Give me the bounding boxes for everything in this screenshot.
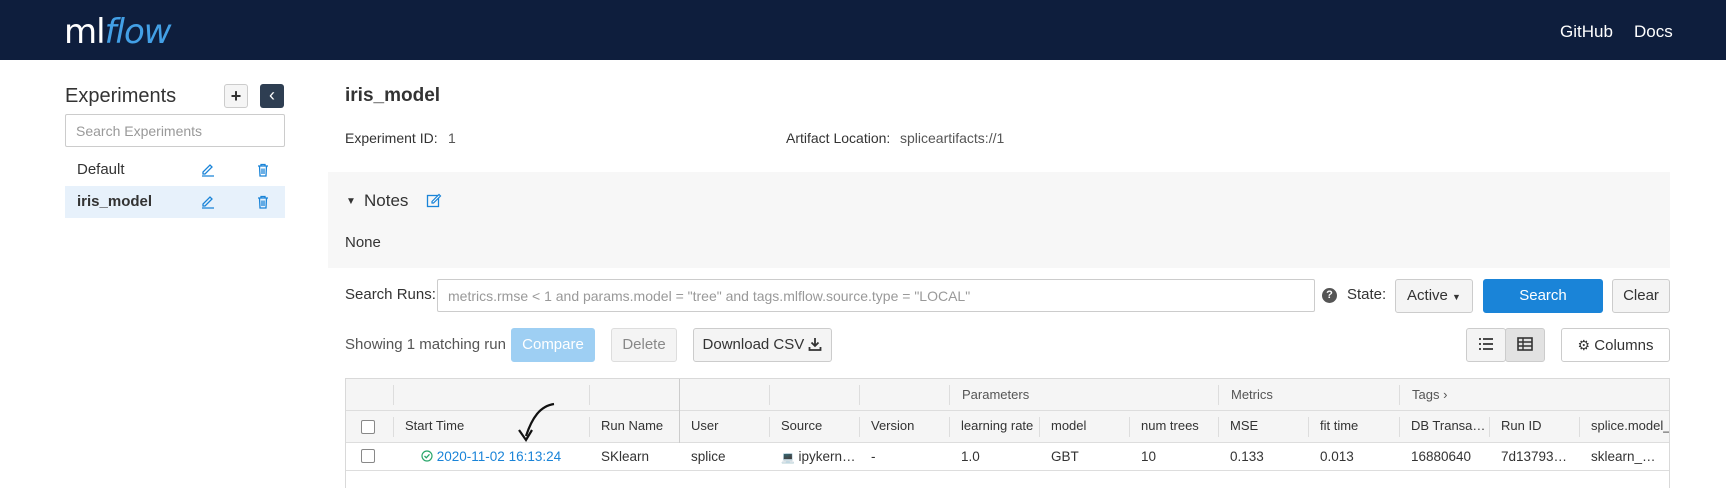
parameters-group-label: Parameters xyxy=(962,387,1030,402)
laptop-icon: 💻 xyxy=(781,452,795,464)
grid-view-toggle[interactable] xyxy=(1505,328,1545,362)
help-icon[interactable]: ? xyxy=(1322,288,1337,303)
mlflow-logo[interactable]: mlflow xyxy=(64,12,172,52)
column-header-mse[interactable]: MSE xyxy=(1218,411,1308,442)
select-all-checkbox[interactable] xyxy=(361,420,375,434)
grid-icon xyxy=(1517,337,1533,351)
collapse-caret-icon[interactable]: ▼ xyxy=(346,196,356,207)
column-header-run-id[interactable]: Run ID xyxy=(1489,411,1579,442)
trash-icon[interactable] xyxy=(255,162,271,178)
gear-icon: ⚙ xyxy=(1577,337,1591,353)
add-experiment-button[interactable]: + xyxy=(224,84,248,108)
column-header-learning-rate[interactable]: learning rate xyxy=(949,411,1039,442)
chevron-right-icon: › xyxy=(1443,387,1448,402)
column-header-db-transaction[interactable]: DB Transaction xyxy=(1399,411,1489,442)
column-header-fit-time[interactable]: fit time xyxy=(1308,411,1399,442)
version-cell: - xyxy=(871,449,876,464)
annotation-arrow-icon xyxy=(518,402,555,443)
fit-time-cell: 0.013 xyxy=(1320,449,1354,464)
row-checkbox[interactable] xyxy=(361,449,375,463)
tags-group-label[interactable]: Tags › xyxy=(1412,379,1447,411)
clear-button[interactable]: Clear xyxy=(1612,279,1670,313)
sidebar-item-default[interactable]: Default xyxy=(65,154,285,186)
column-header-run-name[interactable]: Run Name xyxy=(589,411,679,442)
download-csv-button[interactable]: Download CSV xyxy=(693,328,832,362)
search-button[interactable]: Search xyxy=(1483,279,1603,313)
metrics-group-label: Metrics xyxy=(1231,387,1273,402)
learning-rate-cell: 1.0 xyxy=(961,449,980,464)
search-runs-label: Search Runs: xyxy=(345,286,436,303)
experiment-id-value: 1 xyxy=(448,130,456,146)
state-label: State: xyxy=(1347,286,1387,303)
github-link[interactable]: GitHub xyxy=(1560,22,1613,42)
experiments-title: Experiments xyxy=(65,85,177,107)
columns-button[interactable]: ⚙ Columns xyxy=(1561,328,1670,362)
caret-down-icon: ▼ xyxy=(1452,292,1461,302)
list-view-toggle[interactable] xyxy=(1466,328,1506,362)
user-cell: splice xyxy=(691,449,726,464)
column-header-splice-model[interactable]: splice.model_ xyxy=(1579,411,1669,442)
table-row[interactable]: 2020-11-02 16:13:24 SKlearn splice 💻 ipy… xyxy=(346,443,1669,471)
notes-content: None xyxy=(345,234,381,251)
edit-icon[interactable] xyxy=(200,162,216,178)
edit-icon[interactable] xyxy=(200,194,216,210)
db-transaction-cell: 16880640 xyxy=(1411,449,1472,464)
artifact-location-value: spliceartifacts://1 xyxy=(900,130,1005,146)
sidebar-item-label: iris_model xyxy=(77,193,153,210)
trash-icon[interactable] xyxy=(255,194,271,210)
list-icon xyxy=(1479,338,1493,350)
download-icon xyxy=(809,338,822,351)
artifact-location-label: Artifact Location: xyxy=(786,130,891,146)
state-dropdown[interactable]: Active ▼ xyxy=(1395,279,1473,313)
start-time-cell[interactable]: 2020-11-02 16:13:24 xyxy=(393,443,589,470)
source-cell[interactable]: 💻 ipykernel_l xyxy=(769,443,859,470)
column-header-model[interactable]: model xyxy=(1039,411,1129,442)
notes-panel: ▼ Notes None xyxy=(328,172,1670,268)
model-cell: GBT xyxy=(1051,449,1079,464)
run-name-cell: SKlearn xyxy=(601,449,650,464)
success-check-icon xyxy=(421,450,433,462)
run-start-time-link[interactable]: 2020-11-02 16:13:24 xyxy=(437,449,561,464)
search-runs-input[interactable] xyxy=(437,279,1315,312)
sidebar-item-label: Default xyxy=(77,161,125,178)
compare-button[interactable]: Compare xyxy=(511,328,595,362)
run-id-cell: 7d13793… xyxy=(1501,449,1568,464)
mse-cell: 0.133 xyxy=(1230,449,1264,464)
column-header-num-trees[interactable]: num trees xyxy=(1129,411,1218,442)
column-header-version[interactable]: Version xyxy=(859,411,949,442)
column-header-user[interactable]: User xyxy=(679,411,769,442)
notes-title[interactable]: Notes xyxy=(364,191,408,211)
experiment-title: iris_model xyxy=(345,85,441,106)
top-navbar: mlflow GitHub Docs xyxy=(0,0,1726,60)
search-experiments-input[interactable] xyxy=(65,114,285,147)
splice-model-cell: sklearn_… xyxy=(1591,449,1656,464)
collapse-sidebar-button[interactable]: ‹ xyxy=(260,84,284,108)
delete-button[interactable]: Delete xyxy=(611,328,677,362)
num-trees-cell: 10 xyxy=(1141,449,1157,464)
experiment-id-label: Experiment ID: xyxy=(345,130,438,146)
column-header-source[interactable]: Source xyxy=(769,411,859,442)
docs-link[interactable]: Docs xyxy=(1634,22,1673,42)
edit-notes-icon[interactable] xyxy=(426,193,442,209)
sidebar-item-iris-model[interactable]: iris_model xyxy=(65,186,285,218)
matching-runs-count: Showing 1 matching run xyxy=(345,336,506,353)
